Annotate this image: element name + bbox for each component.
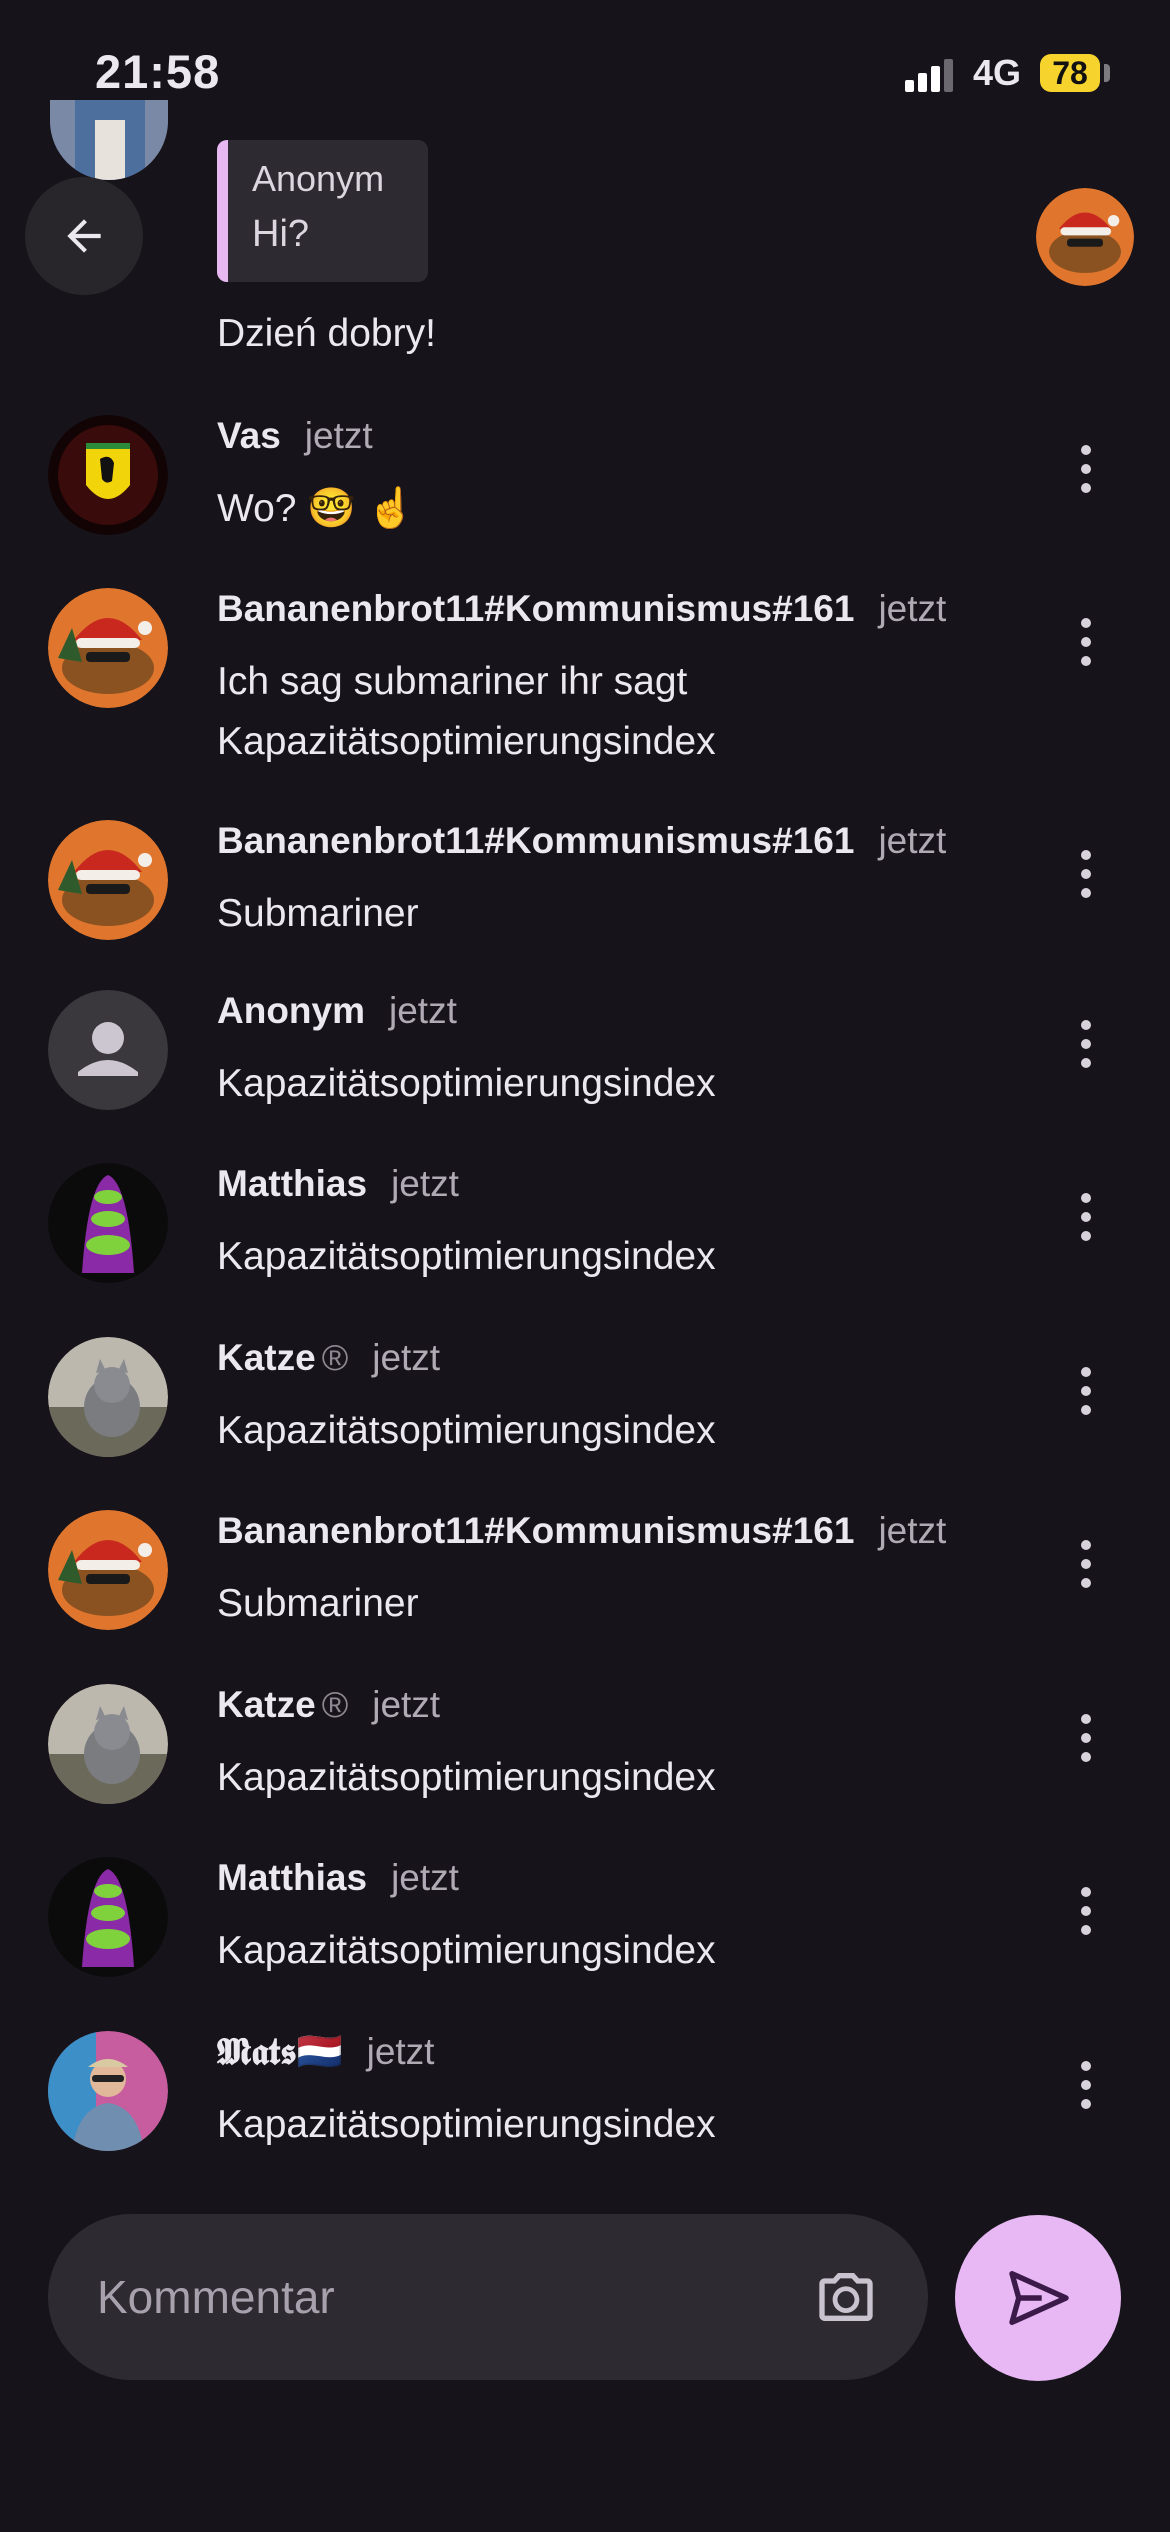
comment-input[interactable] bbox=[97, 2270, 797, 2324]
message-timestamp: jetzt bbox=[878, 588, 947, 629]
message-item: 𝕸𝖆𝖙𝖘🇳🇱 jetzt Kapazitätsoptimierungsindex bbox=[0, 2031, 1170, 2181]
more-vert-icon[interactable] bbox=[1075, 1014, 1097, 1074]
message-item: Katze ® jetzt Kapazitätsoptimierungsindex bbox=[0, 1684, 1170, 1834]
battery-cap bbox=[1104, 64, 1110, 82]
author-name[interactable]: Bananenbrot11#Kommunismus#161 jetzt bbox=[217, 588, 946, 630]
message-text: Kapazitätsoptimierungsindex bbox=[217, 1756, 716, 1799]
message-text: Kapazitätsoptimierungsindex bbox=[217, 1235, 716, 1278]
avatar[interactable] bbox=[48, 588, 168, 708]
author-name-text: Bananenbrot11#Kommunismus#161 bbox=[217, 820, 855, 861]
more-vert-icon[interactable] bbox=[1075, 844, 1097, 904]
author-name[interactable]: Katze ® jetzt bbox=[217, 1684, 440, 1726]
avatar[interactable] bbox=[50, 100, 168, 180]
registered-badge-icon: ® bbox=[321, 1337, 349, 1378]
author-name-text: Matthias bbox=[217, 1163, 368, 1204]
message-item: Anonym jetzt Kapazitätsoptimierungsindex bbox=[0, 990, 1170, 1140]
more-vert-icon[interactable] bbox=[1075, 1361, 1097, 1421]
author-name-text: Anonym bbox=[217, 990, 365, 1031]
author-name-text: Bananenbrot11#Kommunismus#161 bbox=[217, 588, 855, 629]
user-avatar[interactable] bbox=[1036, 188, 1134, 286]
quote-bar bbox=[217, 140, 228, 282]
avatar[interactable] bbox=[48, 1857, 168, 1977]
author-name-text: Katze bbox=[217, 1337, 316, 1378]
more-vert-icon[interactable] bbox=[1075, 2055, 1097, 2115]
author-name-text: Katze bbox=[217, 1684, 316, 1725]
quote-author: Anonym bbox=[252, 158, 385, 199]
more-vert-icon[interactable] bbox=[1075, 1534, 1097, 1594]
message-timestamp: jetzt bbox=[389, 990, 457, 1031]
arrow-left-icon bbox=[67, 219, 101, 253]
author-name[interactable]: Matthias jetzt bbox=[217, 1163, 459, 1205]
message-item: Katze ® jetzt Kapazitätsoptimierungsindex bbox=[0, 1337, 1170, 1487]
avatar[interactable] bbox=[48, 1337, 168, 1457]
message-timestamp: jetzt bbox=[391, 1857, 459, 1898]
author-name-text: Matthias bbox=[217, 1857, 368, 1898]
author-name-text: 𝕸𝖆𝖙𝖘🇳🇱 bbox=[217, 2031, 343, 2072]
status-time: 21:58 bbox=[95, 45, 221, 98]
signal-icon bbox=[905, 58, 955, 92]
author-name[interactable]: Vas jetzt bbox=[217, 415, 373, 457]
message-text: Kapazitätsoptimierungsindex bbox=[217, 2103, 716, 2146]
message-text: Kapazitätsoptimierungsindex bbox=[217, 1929, 716, 1972]
battery-icon: 78 bbox=[1040, 54, 1100, 92]
message-timestamp: jetzt bbox=[878, 820, 947, 861]
author-name[interactable]: Anonym jetzt bbox=[217, 990, 457, 1032]
more-vert-icon[interactable] bbox=[1075, 1881, 1097, 1941]
registered-badge-icon: ® bbox=[321, 1684, 349, 1725]
message-text: Ich sag submariner ihr sagt Kapazitätsop… bbox=[217, 660, 716, 763]
author-name[interactable]: 𝕸𝖆𝖙𝖘🇳🇱 jetzt bbox=[217, 2031, 434, 2074]
message-text: Dzień dobry! bbox=[217, 312, 436, 355]
send-button[interactable] bbox=[955, 2215, 1121, 2381]
message-timestamp: jetzt bbox=[391, 1163, 459, 1204]
more-vert-icon[interactable] bbox=[1075, 1708, 1097, 1768]
back-button[interactable] bbox=[25, 177, 143, 295]
author-name[interactable]: Katze ® jetzt bbox=[217, 1337, 440, 1379]
comment-composer bbox=[48, 2214, 928, 2380]
author-name-text: Bananenbrot11#Kommunismus#161 bbox=[217, 1510, 855, 1551]
more-vert-icon[interactable] bbox=[1075, 439, 1097, 499]
message-item: Vas jetzt Wo? 🤓 ☝️ bbox=[0, 415, 1170, 565]
avatar[interactable] bbox=[48, 2031, 168, 2151]
message-timestamp: jetzt bbox=[304, 415, 373, 456]
message-item: Matthias jetzt Kapazitätsoptimierungsindex bbox=[0, 1163, 1170, 1313]
message-text: Kapazitätsoptimierungsindex bbox=[217, 1062, 716, 1105]
message-item: Bananenbrot11#Kommunismus#161 jetzt Submar… bbox=[0, 820, 1170, 970]
avatar[interactable] bbox=[48, 1510, 168, 1630]
more-vert-icon[interactable] bbox=[1075, 1187, 1097, 1247]
author-name[interactable]: Bananenbrot11#Kommunismus#161 jetzt bbox=[217, 820, 946, 862]
more-vert-icon[interactable] bbox=[1075, 612, 1097, 672]
author-name[interactable]: Bananenbrot11#Kommunismus#161 jetzt bbox=[217, 1510, 946, 1552]
camera-icon[interactable] bbox=[814, 2265, 878, 2329]
message-text: Submariner bbox=[217, 892, 419, 935]
avatar[interactable] bbox=[48, 1684, 168, 1804]
message-item: Bananenbrot11#Kommunismus#161 jetzt Submar… bbox=[0, 1510, 1170, 1660]
quoted-message[interactable]: Anonym Hi? bbox=[217, 140, 428, 282]
avatar[interactable] bbox=[48, 415, 168, 535]
message-timestamp: jetzt bbox=[372, 1684, 441, 1725]
message-item: Matthias jetzt Kapazitätsoptimierungsindex bbox=[0, 1857, 1170, 2007]
avatar[interactable] bbox=[48, 990, 168, 1110]
message-text: Kapazitätsoptimierungsindex bbox=[217, 1409, 716, 1452]
send-icon bbox=[1009, 2271, 1069, 2325]
author-name-text: Vas bbox=[217, 415, 281, 456]
avatar[interactable] bbox=[48, 820, 168, 940]
message-timestamp: jetzt bbox=[372, 1337, 441, 1378]
message-item: Bananenbrot11#Kommunismus#161 jetzt Ich sa… bbox=[0, 588, 1170, 763]
quote-text: Hi? bbox=[252, 213, 310, 255]
author-name[interactable]: Matthias jetzt bbox=[217, 1857, 459, 1899]
status-bar: 21:58 4G 78 bbox=[0, 0, 1170, 140]
message-timestamp: jetzt bbox=[366, 2031, 435, 2072]
message-text: Submariner bbox=[217, 1582, 419, 1625]
network-type: 4G bbox=[973, 52, 1022, 93]
message-timestamp: jetzt bbox=[878, 1510, 947, 1551]
avatar[interactable] bbox=[48, 1163, 168, 1283]
message-text: Wo? 🤓 ☝️ bbox=[217, 487, 416, 530]
